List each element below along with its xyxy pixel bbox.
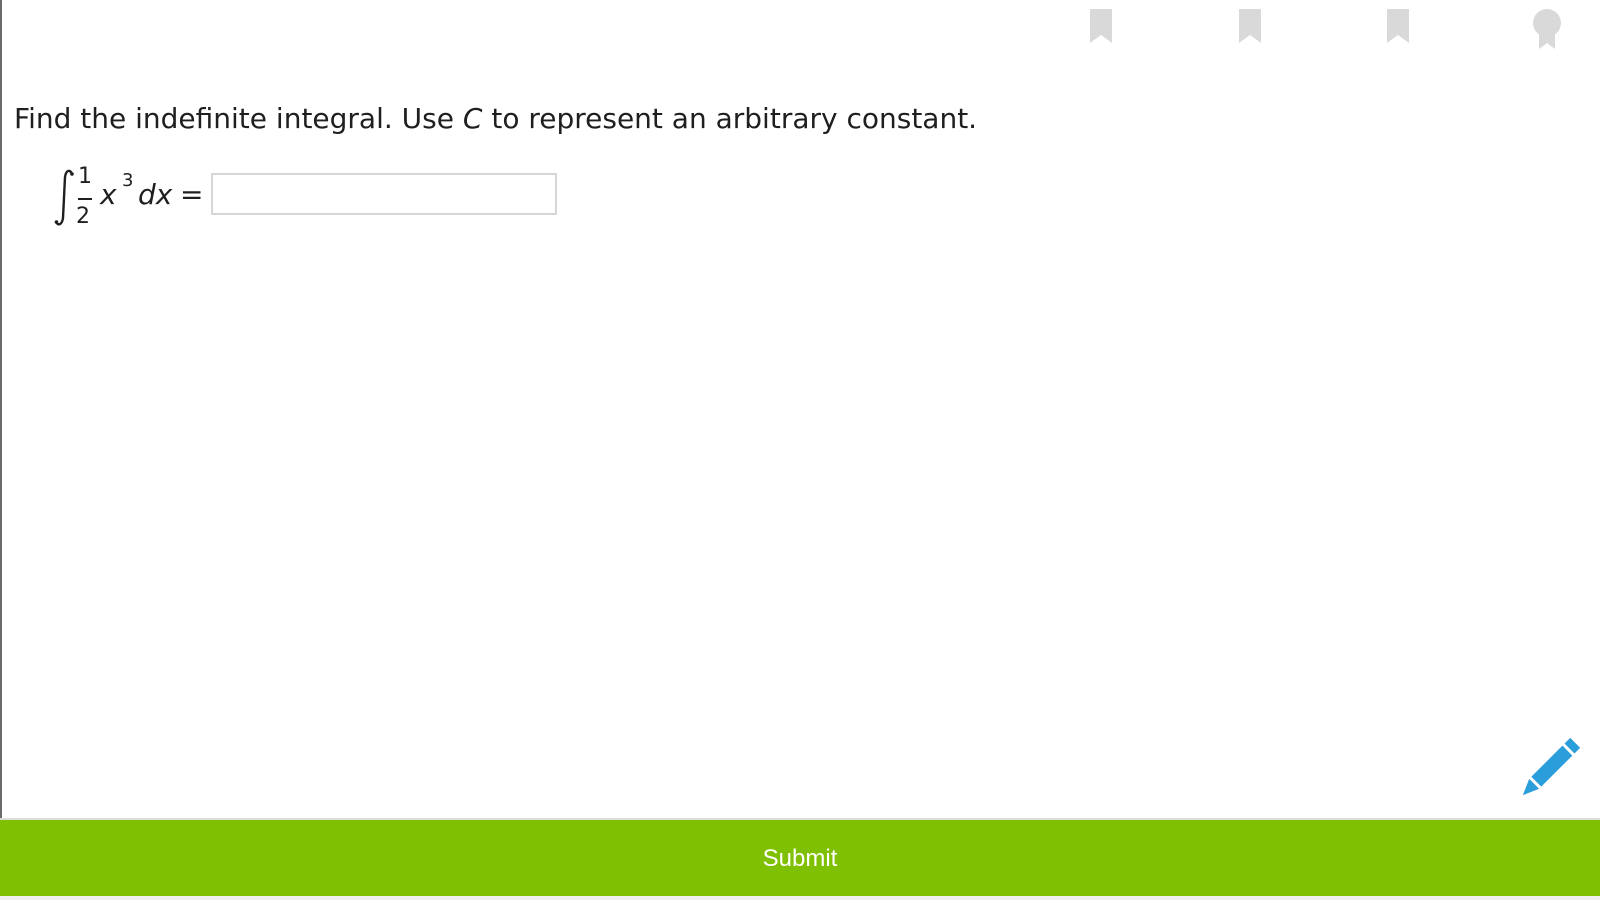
- pencil-icon[interactable]: [1514, 734, 1584, 804]
- fraction-bar: [78, 198, 92, 200]
- prompt-text-end: to represent an arbitrary constant.: [482, 102, 978, 135]
- constant-variable: C: [462, 102, 483, 135]
- equals-sign: =: [180, 178, 204, 211]
- differential: dx: [138, 178, 173, 211]
- award-ribbon-icon[interactable]: [1532, 9, 1562, 49]
- bottom-divider: [0, 896, 1600, 900]
- answer-input[interactable]: [211, 173, 557, 215]
- exponent: 3: [122, 170, 134, 191]
- integral-sign-icon: [54, 169, 74, 226]
- bookmark-icon[interactable]: [1090, 9, 1112, 45]
- question-page: Find the indefinite integral. Use C to r…: [0, 0, 1600, 900]
- submit-button[interactable]: Submit: [0, 818, 1600, 898]
- prompt-text-start: Find the indefinite integral. Use: [14, 102, 463, 135]
- bookmark-icon[interactable]: [1387, 9, 1409, 45]
- fraction-numerator: 1: [78, 164, 92, 189]
- fraction-denominator: 2: [76, 204, 90, 229]
- base-variable: x: [100, 178, 117, 211]
- question-prompt: Find the indefinite integral. Use C to r…: [14, 102, 977, 135]
- submit-label: Submit: [762, 845, 838, 872]
- left-border: [0, 0, 2, 820]
- bookmark-icon[interactable]: [1239, 9, 1261, 45]
